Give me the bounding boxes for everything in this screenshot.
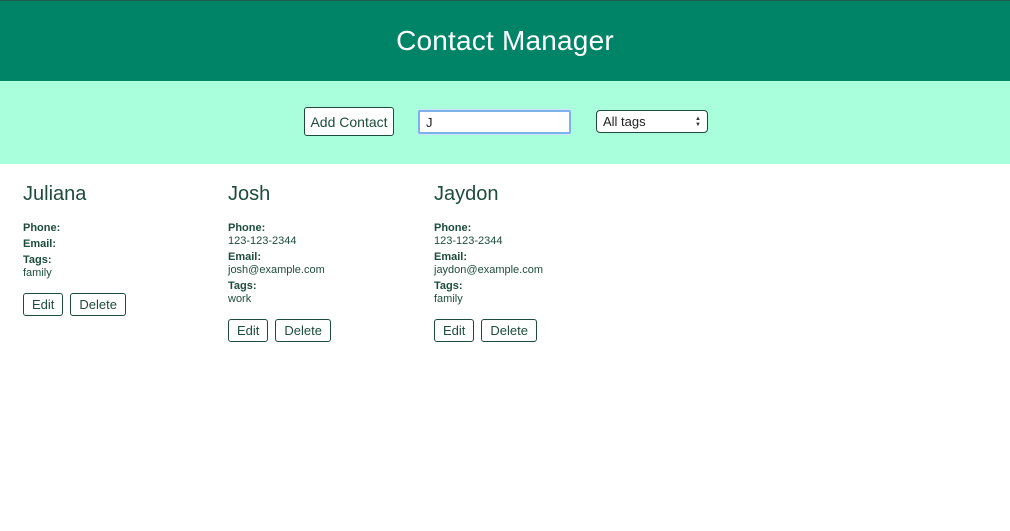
tags-label: Tags:: [228, 280, 257, 292]
tags-value: work: [228, 293, 252, 305]
edit-button[interactable]: Edit: [434, 319, 475, 342]
contact-name: Jaydon: [434, 183, 499, 205]
page-title: Contact Manager: [396, 25, 614, 56]
email-label: Email:: [434, 251, 468, 263]
contact-card: Josh Phone: 123-123-2344 Email: josh@exa…: [228, 180, 418, 342]
app-header: Contact Manager: [0, 0, 1010, 81]
contact-card: Juliana Phone: Email: Tags: family Edit …: [23, 180, 213, 316]
email-value: jaydon@example.com: [434, 264, 543, 276]
tag-filter-value: All tags: [603, 114, 646, 129]
tag-filter-select[interactable]: All tags ▲ ▼: [596, 110, 708, 133]
contact-actions: Edit Delete: [23, 293, 213, 316]
phone-value: 123-123-2344: [228, 235, 297, 247]
contact-actions: Edit Delete: [228, 319, 418, 342]
email-label: Email:: [23, 238, 57, 250]
phone-label: Phone:: [228, 222, 266, 234]
email-value: josh@example.com: [228, 264, 325, 276]
phone-value: 123-123-2344: [434, 235, 503, 247]
delete-button[interactable]: Delete: [70, 293, 126, 316]
edit-button[interactable]: Edit: [23, 293, 64, 316]
tags-value: family: [23, 267, 52, 279]
tags-label: Tags:: [434, 280, 463, 292]
toolbar: Add Contact All tags ▲▼: [0, 81, 1010, 164]
tags-value: family: [434, 293, 463, 305]
email-label: Email:: [228, 251, 262, 263]
delete-button[interactable]: Delete: [481, 319, 537, 342]
add-contact-button[interactable]: Add Contact: [304, 107, 394, 136]
contact-name: Josh: [228, 183, 271, 205]
search-input[interactable]: [418, 110, 571, 134]
edit-button[interactable]: Edit: [228, 319, 269, 342]
contact-actions: Edit Delete: [434, 319, 624, 342]
phone-label: Phone:: [23, 222, 61, 234]
phone-label: Phone:: [434, 222, 472, 234]
tags-label: Tags:: [23, 254, 52, 266]
contact-card: Jaydon Phone: 123-123-2344 Email: jaydon…: [434, 180, 624, 342]
delete-button[interactable]: Delete: [275, 319, 331, 342]
select-arrows-icon: ▲ ▼: [695, 115, 701, 128]
contact-name: Juliana: [23, 183, 87, 205]
